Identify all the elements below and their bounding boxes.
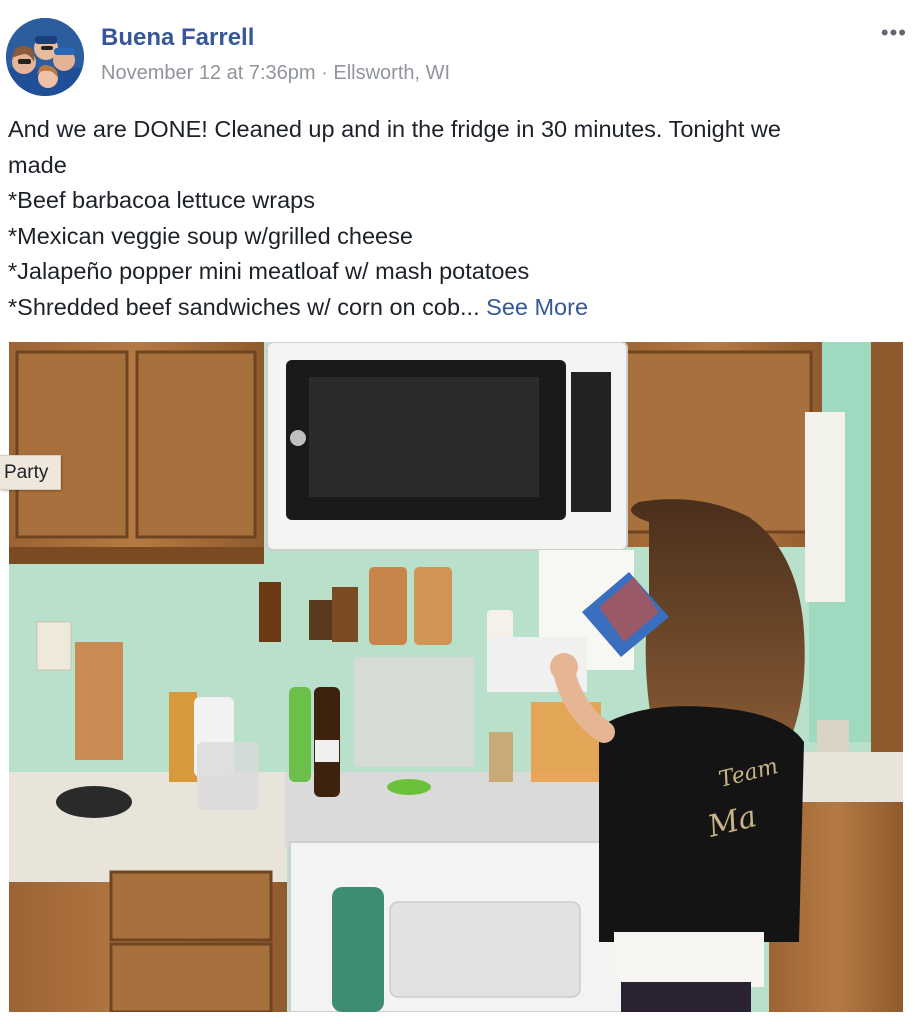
post-photo[interactable]: Team Ma xyxy=(9,342,903,1012)
author-name[interactable]: Buena Farrell xyxy=(101,24,254,52)
ellipsis-icon[interactable]: ••• xyxy=(881,20,907,46)
photo-tag[interactable]: Party xyxy=(0,455,62,490)
post-text-line: made xyxy=(8,151,67,178)
post-timestamp[interactable]: November 12 at 7:36pm xyxy=(101,62,316,84)
avatar-photo xyxy=(6,18,84,96)
post-text-line: *Shredded beef sandwiches w/ corn on cob… xyxy=(8,293,480,320)
post-text-line: *Mexican veggie soup w/grilled cheese xyxy=(8,222,413,249)
kitchen-photo: Team Ma xyxy=(9,342,903,1012)
post-meta: November 12 at 7:36pm · Ellsworth, WI xyxy=(101,62,450,85)
avatar[interactable] xyxy=(6,18,84,96)
post-text: And we are DONE! Cleaned up and in the f… xyxy=(8,112,908,326)
post-location[interactable]: Ellsworth, WI xyxy=(333,62,450,84)
post-text-line: And we are DONE! Cleaned up and in the f… xyxy=(8,116,781,142)
post-text-line: *Beef barbacoa lettuce wraps xyxy=(8,187,315,214)
post-text-line-last: *Shredded beef sandwiches w/ corn on cob… xyxy=(8,290,908,326)
post-text-line: *Jalapeño popper mini meatloaf w/ mash p… xyxy=(8,258,530,285)
meta-separator: · xyxy=(321,62,328,84)
see-more-link[interactable]: See More xyxy=(486,294,588,320)
facebook-post: Buena Farrell November 12 at 7:36pm · El… xyxy=(0,0,915,1024)
